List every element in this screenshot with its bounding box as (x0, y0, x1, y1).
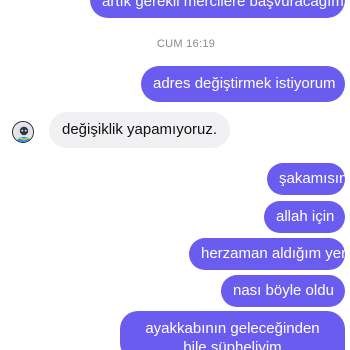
message-bubble-outgoing[interactable]: ayakkabının geleceğinden bile şüpheliyim (120, 311, 345, 350)
message-bubble-incoming[interactable]: değişiklik yapamıyoruz. (49, 112, 231, 148)
chat-thread: artık gerekli mercilere başvuracağım CUM… (0, 0, 350, 350)
message-text: artık gerekli mercilere başvuracağım (102, 0, 344, 10)
message-text: adres değiştirmek istiyorum (153, 75, 336, 92)
message-timestamp: CUM 16:19 (156, 38, 216, 50)
message-bubble-outgoing[interactable]: herzaman aldığım yer (189, 238, 347, 270)
message-bubble-outgoing[interactable]: nası böyle oldu (221, 275, 345, 307)
message-bubble-outgoing[interactable]: allah için (264, 201, 345, 233)
message-text: şakamısınız (279, 170, 350, 187)
message-text: ayakkabının geleceğinden bile şüpheliyim (145, 320, 320, 350)
message-text: herzaman aldığım yer (201, 245, 347, 262)
message-bubble-outgoing[interactable]: adres değiştirmek istiyorum (141, 66, 345, 102)
message-text: değişiklik yapamıyoruz. (62, 121, 218, 138)
message-bubble-outgoing[interactable]: artık gerekli mercilere başvuracağım (90, 0, 345, 18)
message-text: nası böyle oldu (233, 282, 334, 299)
business-avatar-icon[interactable] (12, 121, 34, 143)
message-bubble-outgoing[interactable]: şakamısınız (267, 163, 350, 195)
message-text: allah için (276, 208, 335, 225)
